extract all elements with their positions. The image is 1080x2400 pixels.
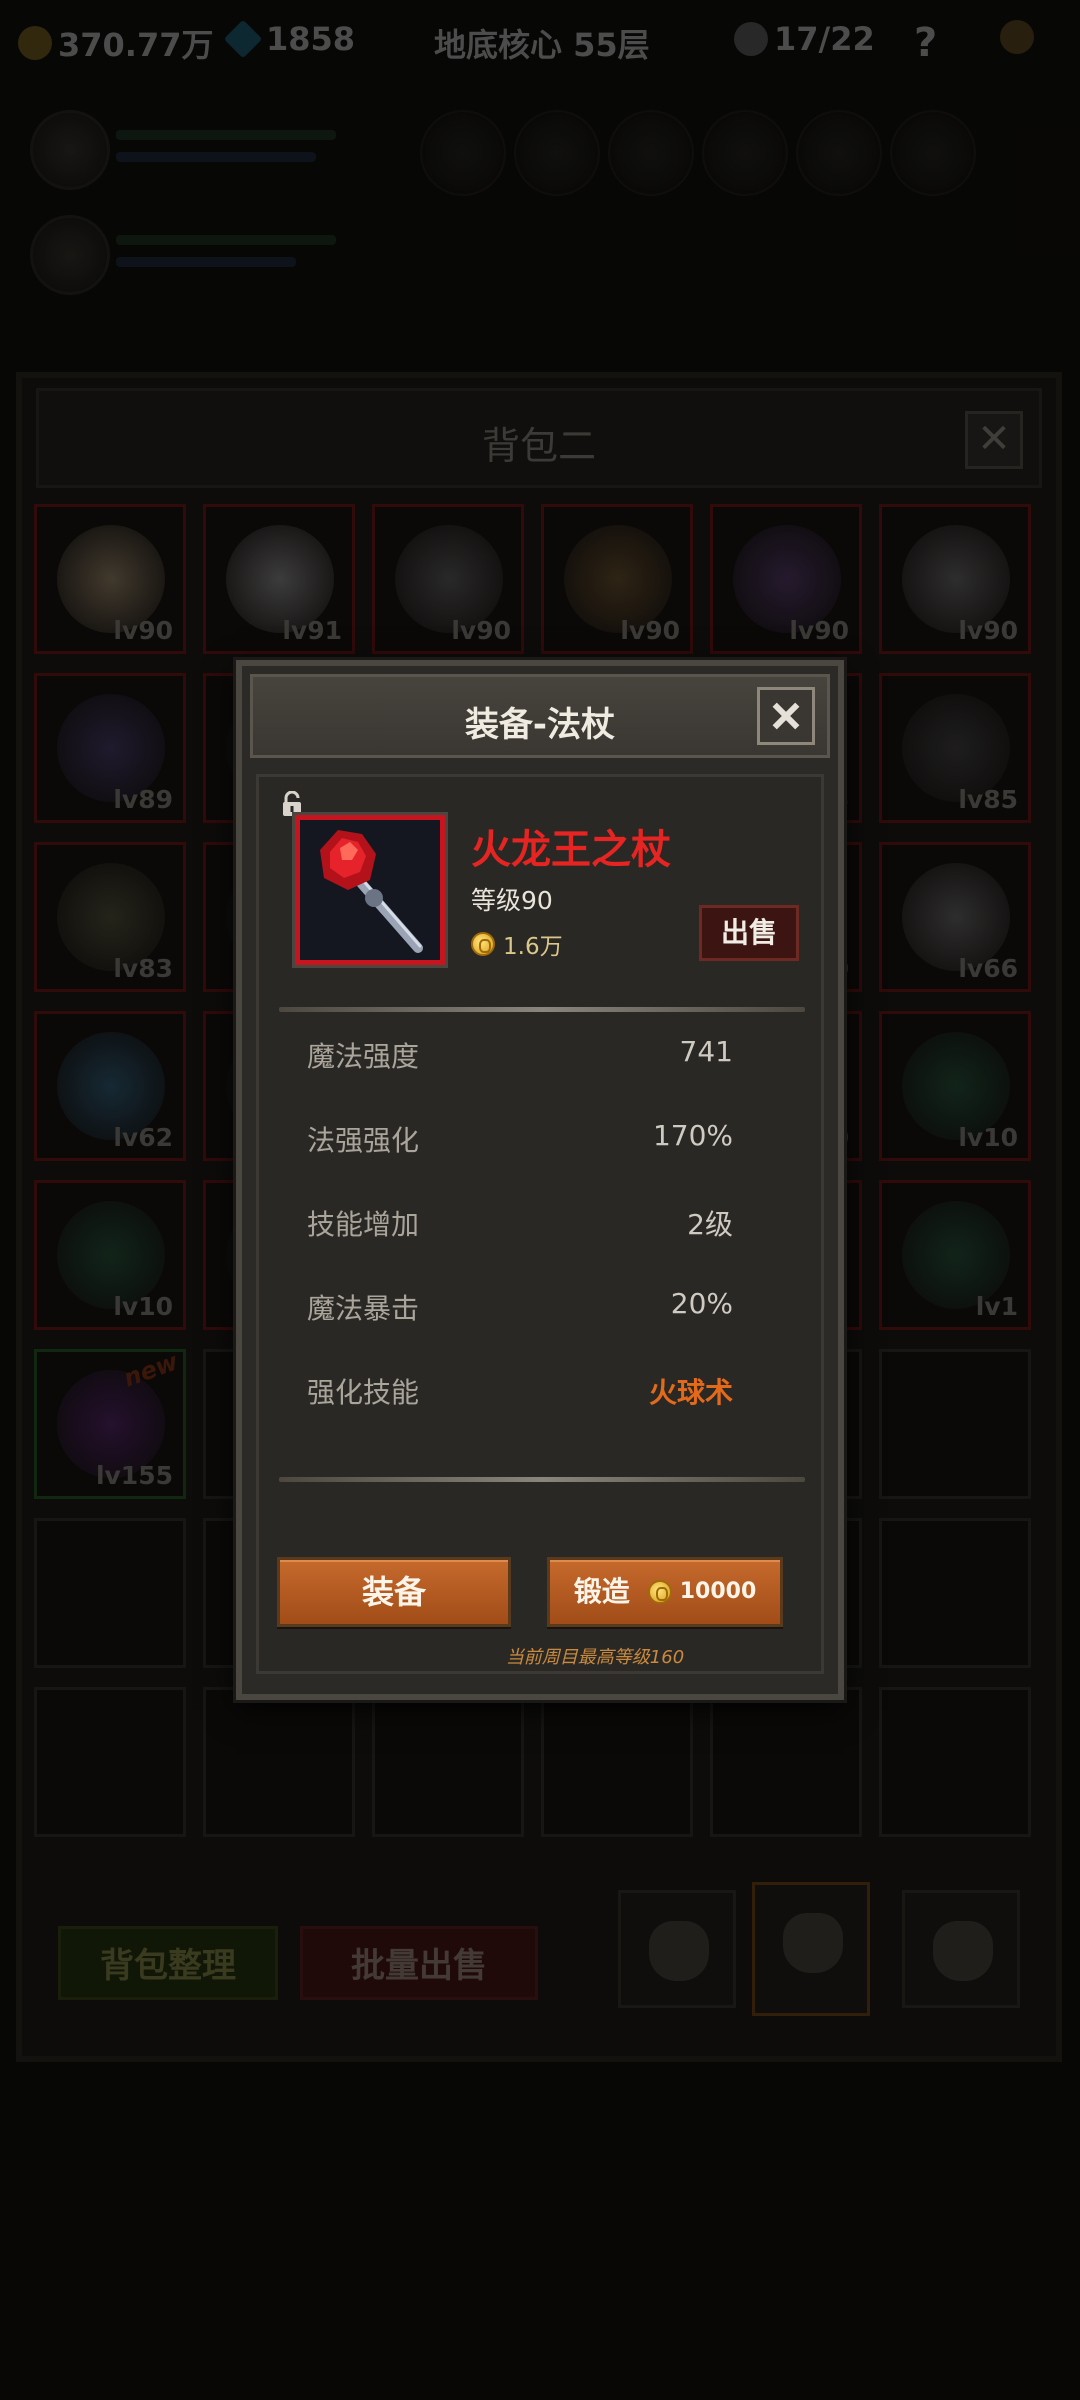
forge-cost: 10000 xyxy=(647,1560,757,1624)
equip-button-label: 装备 xyxy=(361,1573,426,1611)
item-detail-modal: 装备-法杖 火龙王之杖 等级90 1.6万 出售 魔法强度 741 法强强化 1… xyxy=(236,660,844,1700)
stat-label: 法强强化 xyxy=(307,1124,420,1157)
stat-row: 魔法暴击 20% xyxy=(307,1287,733,1327)
stat-value: 2级 xyxy=(687,1208,733,1241)
stat-row: 技能增加 2级 xyxy=(307,1203,733,1243)
divider xyxy=(279,1007,805,1012)
divider xyxy=(279,1477,805,1482)
item-level: 等级90 xyxy=(471,886,553,915)
gold-coin-icon xyxy=(647,1580,672,1604)
stat-value: 火球术 xyxy=(648,1376,733,1409)
item-name: 火龙王之杖 xyxy=(471,827,671,873)
item-sell-price: 1.6万 xyxy=(471,927,563,961)
gold-coin-icon xyxy=(471,932,495,956)
forge-button-label: 锻造 xyxy=(573,1575,630,1608)
stat-value: 741 xyxy=(679,1035,733,1068)
stat-row: 强化技能 火球术 xyxy=(307,1371,733,1411)
stat-label: 魔法强度 xyxy=(307,1040,420,1073)
stat-label: 魔法暴击 xyxy=(307,1292,420,1325)
lock-icon[interactable] xyxy=(281,791,303,817)
modal-close-button[interactable] xyxy=(757,687,815,745)
max-level-note: 当前周目最高等级160 xyxy=(505,1647,685,1668)
sell-button-label: 出售 xyxy=(720,916,777,949)
item-icon-frame xyxy=(295,815,445,965)
forge-cost-value: 10000 xyxy=(679,1579,757,1604)
forge-button[interactable]: 锻造 10000 xyxy=(547,1557,783,1627)
equip-button[interactable]: 装备 xyxy=(277,1557,511,1627)
modal-header: 装备-法杖 xyxy=(250,674,830,758)
stat-value: 20% xyxy=(670,1287,733,1320)
item-price-value: 1.6万 xyxy=(503,934,563,960)
fire-staff-icon xyxy=(300,820,440,960)
stat-row: 魔法强度 741 xyxy=(307,1035,733,1075)
stat-label: 技能增加 xyxy=(307,1208,420,1241)
sell-button[interactable]: 出售 xyxy=(699,905,799,961)
stat-label: 强化技能 xyxy=(307,1376,420,1409)
stat-value: 170% xyxy=(652,1119,733,1152)
modal-title: 装备-法杖 xyxy=(464,705,616,745)
modal-body: 火龙王之杖 等级90 1.6万 出售 魔法强度 741 法强强化 170% 技能增加 2级… xyxy=(256,774,824,1674)
stat-row: 法强强化 170% xyxy=(307,1119,733,1159)
